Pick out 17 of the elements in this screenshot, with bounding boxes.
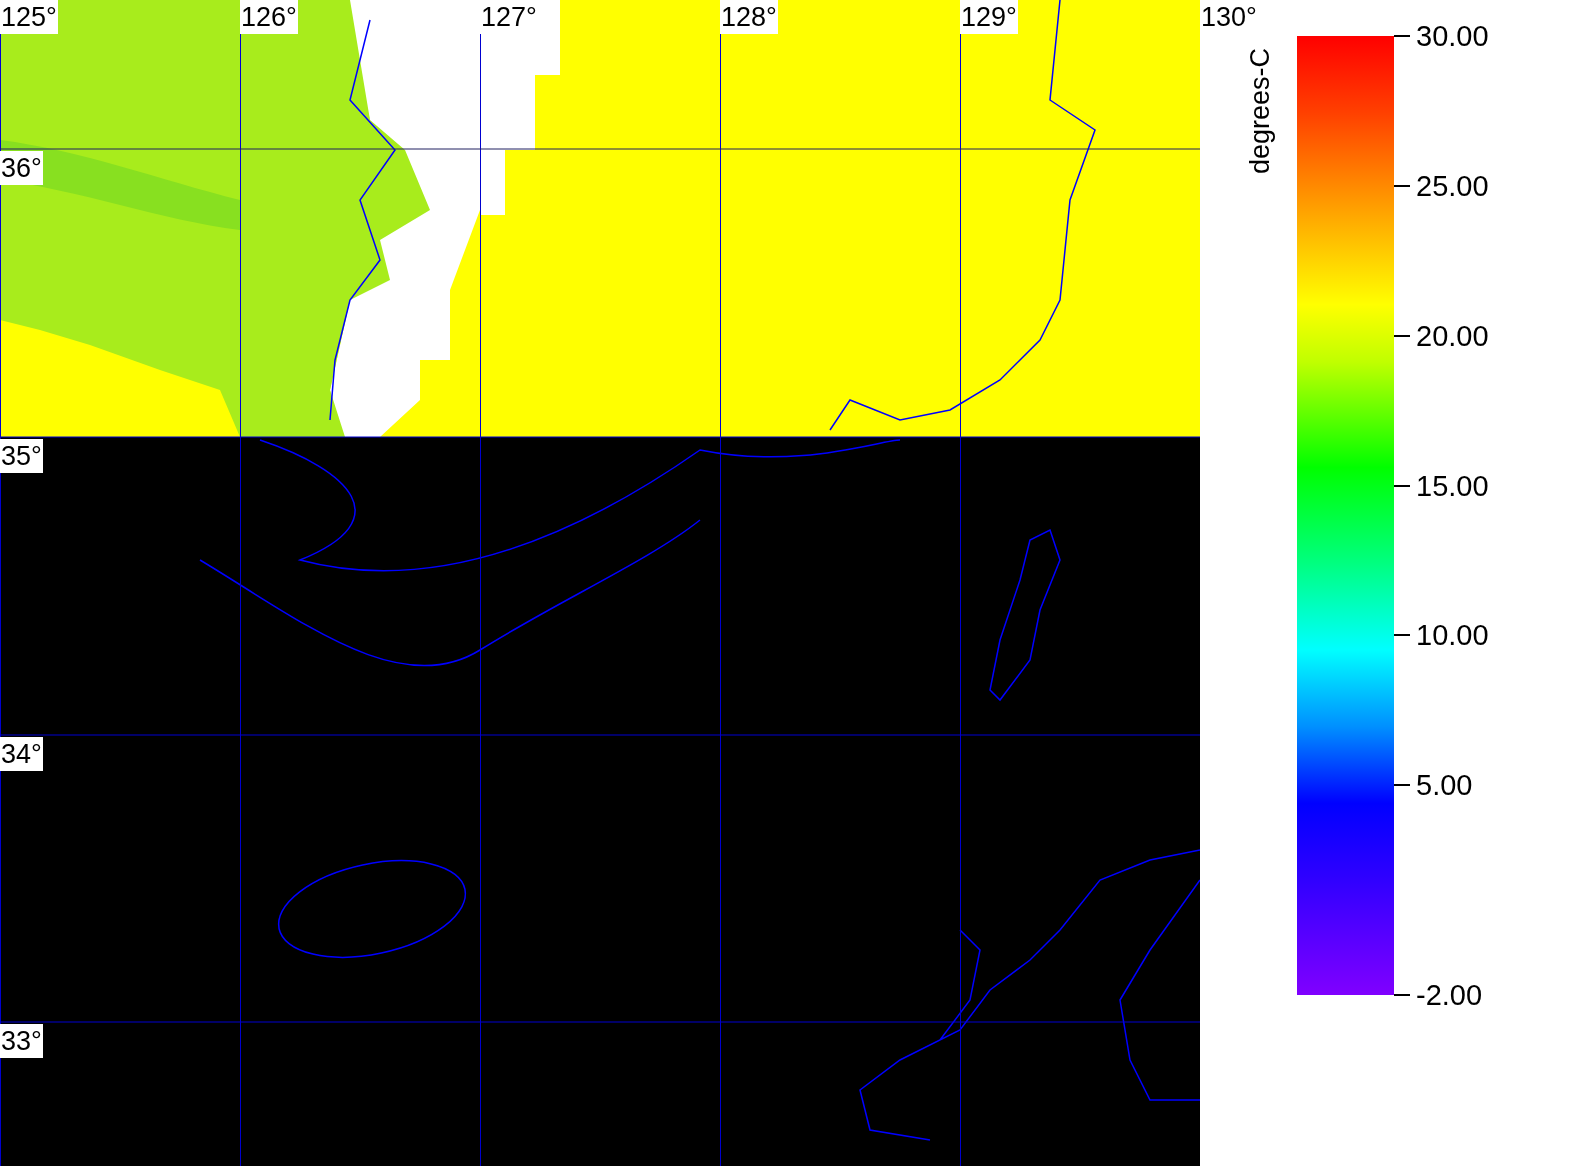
colorbar-tick-label: 5.00 [1416, 768, 1473, 803]
colorbar-tick-label: 25.00 [1416, 168, 1489, 203]
latitude-label: 33° [0, 1024, 43, 1058]
colorbar-tick-label: 10.00 [1416, 618, 1489, 653]
colorbar-tick-label: 15.00 [1416, 468, 1489, 503]
longitude-label: 128° [720, 0, 778, 34]
colorbar-tick-label: 20.00 [1416, 318, 1489, 353]
longitude-label: 125° [0, 0, 58, 34]
latitude-label: 36° [0, 151, 43, 185]
colorbar-title: degrees-C [1244, 47, 1276, 175]
longitude-label: 126° [240, 0, 298, 34]
latitude-label: 34° [0, 737, 43, 771]
colorbar-tick-label: -2.00 [1416, 978, 1483, 1012]
longitude-label: 129° [960, 0, 1018, 34]
latitude-label: 35° [0, 439, 43, 473]
longitude-label: 127° [480, 0, 538, 34]
colorbar-tick-label: 30.00 [1416, 19, 1489, 53]
